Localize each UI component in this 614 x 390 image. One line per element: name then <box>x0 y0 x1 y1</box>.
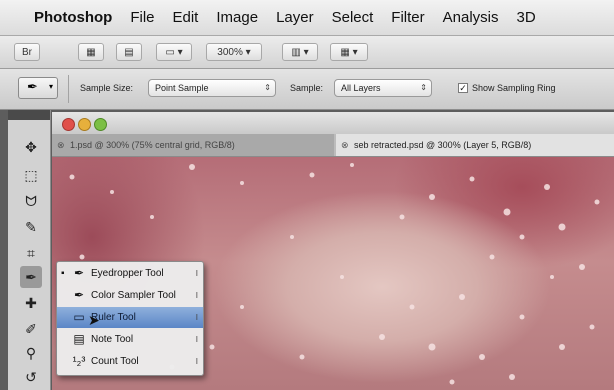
ruler-icon: ▭ <box>73 310 85 324</box>
menu-edit[interactable]: Edit <box>173 9 199 26</box>
shortcut-i: I <box>195 335 198 344</box>
clone-stamp-tool-icon[interactable]: ⚲ <box>20 342 42 364</box>
menu-file[interactable]: File <box>130 9 154 26</box>
stepper-icon: ⇕ <box>264 83 271 92</box>
flyout-item-label: Count Tool <box>91 356 139 367</box>
flyout-item-eyedropper[interactable]: ▪ ✒ Eyedropper Tool I <box>57 263 203 284</box>
healing-brush-tool-icon[interactable]: ✚ <box>20 292 42 314</box>
sample-select[interactable]: All Layers ⇕ <box>334 79 432 97</box>
divider <box>68 75 69 103</box>
tools-panel: ✥ ⬚ ᗢ ✎ ⌗ ✒ ✚ ✐ ⚲ ↺ <box>8 110 51 390</box>
eyedropper-icon: ✒ <box>73 266 85 280</box>
eyedropper-tool-flyout: ▪ ✒ Eyedropper Tool I ✒ Color Sampler To… <box>56 261 204 376</box>
tool-preset-picker[interactable]: ✒ ▾ <box>18 77 58 99</box>
menu-analysis[interactable]: Analysis <box>443 9 499 26</box>
close-icon[interactable] <box>62 118 75 131</box>
count-icon: ¹₂³ <box>72 354 86 368</box>
zoom-icon[interactable] <box>94 118 107 131</box>
minimize-icon[interactable] <box>78 118 91 131</box>
stepper-icon: ⇕ <box>420 83 427 92</box>
close-tab-icon[interactable]: ⊗ <box>341 134 349 156</box>
brush-tool-icon[interactable]: ✐ <box>20 318 42 340</box>
move-tool-icon[interactable]: ✥ <box>20 136 42 158</box>
workspace-icon[interactable]: ▦ ▾ <box>330 43 368 61</box>
shortcut-i: I <box>195 269 198 278</box>
show-sampling-ring-label: Show Sampling Ring <box>472 83 556 93</box>
flyout-item-note[interactable]: ▤ Note Tool I <box>57 329 203 350</box>
mini-bridge-icon[interactable]: ▦ <box>78 43 104 61</box>
menu-select[interactable]: Select <box>332 9 374 26</box>
flyout-item-color-sampler[interactable]: ✒ Color Sampler Tool I <box>57 285 203 306</box>
crop-tool-icon[interactable]: ⌗ <box>20 242 42 264</box>
note-icon: ▤ <box>73 332 85 346</box>
color-sampler-icon: ✒ <box>73 288 85 302</box>
apple-icon[interactable] <box>10 6 30 28</box>
sample-size-label: Sample Size: <box>80 83 134 93</box>
screen-mode-icon[interactable]: ▥ ▾ <box>282 43 318 61</box>
lasso-tool-icon[interactable]: ᗢ <box>20 190 42 212</box>
document-tabs: ⊗ 1.psd @ 300% (75% central grid, RGB/8)… <box>52 134 614 157</box>
flyout-item-ruler[interactable]: ▭ Ruler Tool I <box>57 307 203 328</box>
menu-filter[interactable]: Filter <box>391 9 424 26</box>
menu-image[interactable]: Image <box>216 9 258 26</box>
sample-size-value: Point Sample <box>155 83 209 93</box>
eyedropper-tool-icon[interactable]: ✒ <box>20 266 42 288</box>
panel-grip[interactable] <box>8 110 50 120</box>
shortcut-i: I <box>195 313 198 322</box>
flyout-item-count[interactable]: ¹₂³ Count Tool I <box>57 351 203 372</box>
menu-bar: Photoshop File Edit Image Layer Select F… <box>0 0 614 36</box>
zoom-level: 300% <box>217 46 243 58</box>
sample-label: Sample: <box>290 83 324 93</box>
tab-label: seb retracted.psd @ 300% (Layer 5, RGB/8… <box>354 140 532 150</box>
document-titlebar <box>52 112 614 135</box>
chevron-down-icon: ▾ <box>48 82 53 91</box>
menu-layer[interactable]: Layer <box>276 9 314 26</box>
current-tool-bullet-icon: ▪ <box>61 268 65 279</box>
zoom-level-dropdown[interactable]: 300% ▾ <box>206 43 262 61</box>
view-extras-icon[interactable]: ▤ <box>116 43 142 61</box>
sample-size-select[interactable]: Point Sample ⇕ <box>148 79 276 97</box>
flyout-item-label: Note Tool <box>91 334 134 345</box>
eyedropper-icon: ✒ <box>27 79 38 94</box>
mouse-pointer-icon: ➤ <box>88 312 100 328</box>
tab-document-2[interactable]: ⊗ seb retracted.psd @ 300% (Layer 5, RGB… <box>336 134 614 156</box>
quick-selection-tool-icon[interactable]: ✎ <box>20 216 42 238</box>
history-brush-tool-icon[interactable]: ↺ <box>20 366 42 388</box>
marquee-tool-icon[interactable]: ⬚ <box>20 164 42 186</box>
tab-label: 1.psd @ 300% (75% central grid, RGB/8) <box>70 140 235 150</box>
menu-3d[interactable]: 3D <box>517 9 536 26</box>
bridge-icon[interactable]: Br <box>14 43 40 61</box>
menu-app-name[interactable]: Photoshop <box>34 9 112 26</box>
sample-value: All Layers <box>341 83 381 93</box>
flyout-item-label: Eyedropper Tool <box>91 268 164 279</box>
flyout-item-label: Color Sampler Tool <box>91 290 176 301</box>
close-tab-icon[interactable]: ⊗ <box>57 134 65 156</box>
arrange-documents-icon[interactable]: ▭ ▾ <box>156 43 192 61</box>
application-bar: Br ▦ ▤ ▭ ▾ 300% ▾ ▥ ▾ ▦ ▾ <box>0 36 614 69</box>
show-sampling-ring-checkbox[interactable]: ✓ <box>458 83 468 93</box>
shortcut-i: I <box>195 357 198 366</box>
options-bar: ✒ ▾ Sample Size: Point Sample ⇕ Sample: … <box>0 69 614 110</box>
tab-document-1[interactable]: ⊗ 1.psd @ 300% (75% central grid, RGB/8) <box>52 134 334 156</box>
shortcut-i: I <box>195 291 198 300</box>
